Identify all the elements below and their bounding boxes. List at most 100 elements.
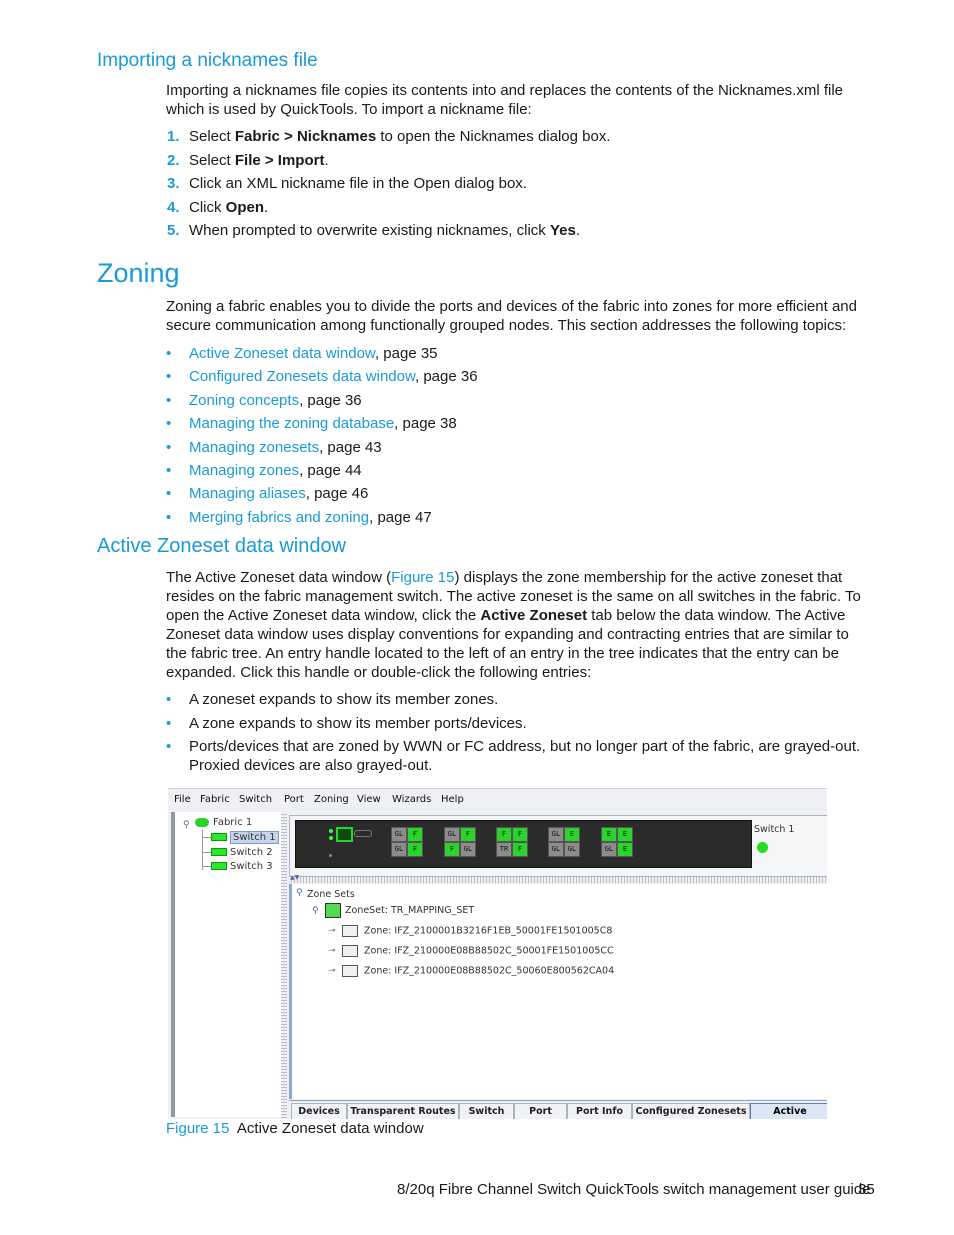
step-bold-text: File > Import	[234, 151, 325, 169]
import-intro-line2: which is used by QuickTools. To import a…	[166, 101, 532, 118]
import-intro-line1: Importing a nicknames file copies its co…	[166, 82, 843, 99]
port-3-bottom-2[interactable]: F	[512, 842, 528, 857]
menu-zoning[interactable]: Zoning	[314, 794, 349, 805]
tree-handle-icon[interactable]: ⚲	[312, 906, 319, 916]
topic-item: • Managing aliases, page 46	[166, 484, 478, 507]
tab-port-stats[interactable]: Port Stats	[514, 1103, 567, 1119]
topic-link[interactable]: Active Zoneset data window	[189, 345, 375, 362]
port-4-top-1[interactable]: GL	[548, 827, 564, 842]
menu-port[interactable]: Port	[284, 794, 304, 805]
import-step: 3. Click an XML nickname file in the Open…	[167, 174, 611, 198]
data-window-tabs: DevicesTransparent RoutesSwitchPort Stat…	[289, 1100, 827, 1119]
topic-link[interactable]: Managing aliases	[189, 485, 306, 502]
switch-icon	[211, 848, 227, 856]
figure-15-link[interactable]: Figure 15	[391, 569, 454, 586]
topic-page: , page 36	[299, 391, 362, 409]
bullet-item: • A zoneset expands to show its member zo…	[166, 690, 860, 714]
menu-switch[interactable]: Switch	[239, 794, 272, 805]
topic-item: • Configured Zonesets data window, page 3…	[166, 367, 478, 390]
zone-item[interactable]: Zone: IFZ_2100001B3216F1EB_50001FE150100…	[342, 925, 612, 937]
import-steps-list: 1. Select Fabric > Nicknames to open the …	[167, 127, 611, 245]
fabric-tree-switch-3[interactable]: Switch 3	[203, 861, 273, 872]
step-number: 4.	[167, 198, 180, 216]
menu-fabric[interactable]: Fabric	[200, 794, 230, 805]
port-4-top-2[interactable]: E	[564, 827, 580, 842]
tab-transparent-routes[interactable]: Transparent Routes	[347, 1103, 459, 1119]
port-1-top-1[interactable]: GL	[391, 827, 407, 842]
tab-devices[interactable]: Devices	[291, 1103, 347, 1119]
port-3-bottom-1[interactable]: TR	[496, 842, 512, 857]
menu-file[interactable]: File	[174, 794, 191, 805]
port-2-top-2[interactable]: F	[460, 827, 476, 842]
port-3-top-1[interactable]: F	[496, 827, 512, 842]
switch-icon	[211, 862, 227, 870]
bullet-dot-icon: •	[166, 714, 172, 732]
port-2-top-1[interactable]: GL	[444, 827, 460, 842]
collapse-arrows-icon[interactable]: ▲▼	[290, 874, 299, 881]
fabric-name: Fabric 1	[213, 817, 253, 828]
figure-caption: Figure 15 Active Zoneset data window	[166, 1119, 424, 1138]
port-5-top-2[interactable]: E	[617, 827, 633, 842]
tree-handle-icon[interactable]: ⊸	[328, 946, 336, 956]
tab-configured-zonesets[interactable]: Configured Zonesets	[632, 1103, 750, 1119]
menu-wizards[interactable]: Wizards	[392, 794, 431, 805]
tree-handle-icon[interactable]: ⚲	[183, 820, 190, 830]
topic-page: , page 38	[394, 415, 457, 433]
topic-link[interactable]: Managing zones	[189, 462, 299, 479]
switch-faceplate[interactable]: GL F GL F GL F F GL F F TR F GL E GL GL E E GL E	[295, 820, 752, 868]
section-heading-zoning: Zoning	[97, 258, 180, 288]
menu-view[interactable]: View	[357, 794, 381, 805]
port-4-bottom-1[interactable]: GL	[548, 842, 564, 857]
port-1-bottom-1[interactable]: GL	[391, 842, 407, 857]
led-icon	[329, 836, 333, 840]
port-5-top-1[interactable]: E	[601, 827, 617, 842]
quicktools-screenshot: File Fabric Switch Port Zoning View Wizards Hel…	[168, 788, 827, 1119]
port-1-bottom-2[interactable]: F	[407, 842, 423, 857]
active-zoneset-paragraph: The Active Zoneset data window (Figure 1…	[166, 568, 861, 682]
fabric-tree-switch-2[interactable]: Switch 2	[203, 847, 273, 858]
zone-sets-root[interactable]: Zone Sets	[307, 889, 355, 900]
topic-link[interactable]: Managing zonesets	[189, 439, 319, 456]
fabric-tree-root[interactable]: Fabric 1	[195, 817, 252, 828]
vertical-splitter[interactable]	[281, 812, 287, 1119]
port-2-bottom-2[interactable]: GL	[460, 842, 476, 857]
bullet-dot-icon: •	[166, 691, 172, 708]
topic-link[interactable]: Managing the zoning database	[189, 415, 394, 432]
text: resides on the fabric management switch.…	[166, 588, 861, 605]
zone-icon	[342, 945, 358, 957]
tab-port-info[interactable]: Port Info	[567, 1103, 632, 1119]
zoneset-icon	[325, 903, 341, 918]
step-number: 1.	[167, 128, 180, 145]
step-bold-text: Fabric > Nicknames	[234, 128, 377, 145]
tree-handle-icon[interactable]: ⊸	[328, 926, 336, 936]
port-1-top-2[interactable]: F	[407, 827, 423, 842]
step-text: to open the Nicknames dialog box.	[376, 128, 611, 145]
step-number: 5.	[167, 222, 180, 239]
topic-item: • Managing the zoning database, page 38	[166, 414, 478, 437]
bullet-text: Proxied devices are also grayed-out.	[189, 757, 433, 774]
menu-help[interactable]: Help	[441, 794, 464, 805]
port-2-bottom-1[interactable]: F	[444, 842, 460, 857]
zone-item[interactable]: Zone: IFZ_210000E08B88502C_50060E800562C…	[342, 965, 614, 977]
zoneset-item[interactable]: ZoneSet: TR_MAPPING_SET	[325, 903, 474, 918]
tree-handle-icon[interactable]: ⊸	[328, 966, 336, 976]
topic-link[interactable]: Zoning concepts	[189, 392, 299, 409]
step-text: When prompted to overwrite existing nick…	[189, 222, 550, 239]
topic-item: • Managing zonesets, page 43	[166, 438, 478, 461]
zone-item[interactable]: Zone: IFZ_210000E08B88502C_50001FE150100…	[342, 945, 614, 957]
port-3-top-2[interactable]: F	[512, 827, 528, 842]
horizontal-splitter[interactable]: ▲▼	[289, 874, 827, 883]
port-5-bottom-2[interactable]: E	[617, 842, 633, 857]
active-zoneset-bullets: • A zoneset expands to show its member zo…	[166, 690, 860, 775]
topic-item: • Active Zoneset data window, page 35	[166, 344, 478, 367]
port-5-bottom-1[interactable]: GL	[601, 842, 617, 857]
tab-switch[interactable]: Switch	[459, 1103, 514, 1119]
topic-link[interactable]: Merging fabrics and zoning	[189, 509, 369, 526]
topic-link[interactable]: Configured Zonesets data window	[189, 368, 415, 385]
tree-handle-icon[interactable]: ⚲	[296, 888, 303, 898]
text: ) displays the zone membership for the a…	[454, 569, 843, 586]
tab-active-zoneset[interactable]: Active Zoneset	[750, 1103, 827, 1119]
fabric-tree-switch-1[interactable]: Switch 1	[203, 831, 279, 844]
topic-page: , page 43	[319, 438, 382, 456]
port-4-bottom-2[interactable]: GL	[564, 842, 580, 857]
